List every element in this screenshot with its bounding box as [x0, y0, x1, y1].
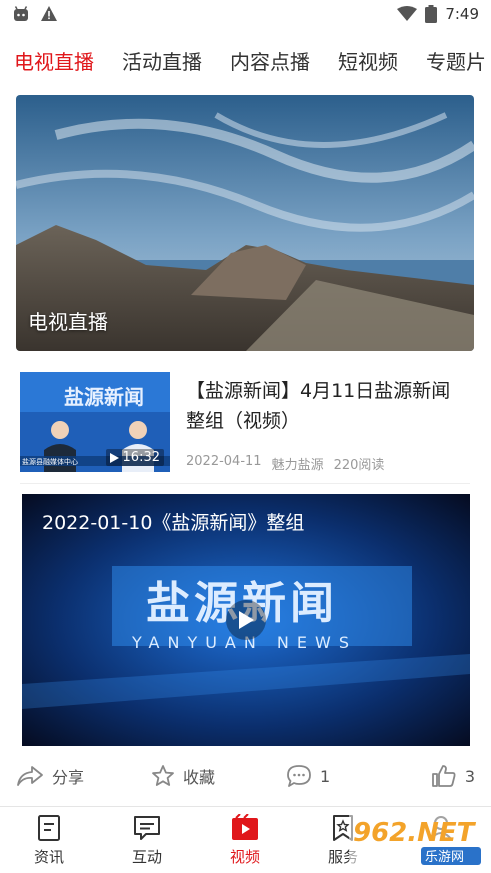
favorite-label: 收藏: [183, 768, 216, 787]
news-thumbnail: 盐源新闻 盐源县融媒体中心 16:32: [20, 372, 170, 472]
duration-text: 16:32: [122, 450, 160, 465]
watermark-brand: 962.NET: [353, 818, 477, 848]
clock: 7:49: [445, 5, 479, 23]
comment-count: 1: [320, 766, 331, 786]
comment-icon: [287, 765, 311, 787]
news-date: 2022-04-11: [186, 454, 262, 469]
document-icon: [38, 814, 60, 841]
play-icon: [239, 611, 254, 629]
notification-app-icon: [14, 6, 28, 21]
nav-interact-label: 互动: [131, 847, 162, 866]
watermark-sub: 乐游网: [425, 850, 464, 865]
tab-on-demand[interactable]: 内容点播: [216, 44, 324, 80]
tab-documentary[interactable]: 专题片: [412, 44, 491, 80]
tv-live-banner[interactable]: 电视直播: [16, 95, 474, 351]
share-icon: [17, 766, 43, 786]
video-player-card[interactable]: 盐源新闻 YANYUAN NEWS 2022-01-10《盐源新闻》整组: [22, 494, 470, 746]
chat-icon: [134, 815, 160, 840]
like-count: 3: [464, 766, 475, 786]
nav-interact[interactable]: 互动: [98, 807, 196, 873]
video-action-bar: 分享 收藏 1 3: [0, 754, 491, 798]
wifi-icon: [397, 6, 418, 21]
news-reads: 220阅读: [333, 458, 385, 473]
share-button[interactable]: 分享: [16, 764, 151, 788]
nav-video[interactable]: 视频: [196, 807, 294, 873]
news-meta: 2022-04-11 魅力盐源 220阅读: [186, 454, 384, 473]
favorite-button[interactable]: 收藏: [151, 764, 286, 788]
play-button[interactable]: [226, 600, 266, 640]
site-watermark-logo: 962.NET 乐游网: [349, 811, 485, 867]
tab-event-live[interactable]: 活动直播: [108, 44, 216, 80]
warning-icon: [41, 6, 57, 21]
tab-short-video[interactable]: 短视频: [324, 44, 412, 80]
video-title: 2022-01-10《盐源新闻》整组: [42, 512, 305, 534]
thumb-logo-text: 盐源新闻: [64, 385, 144, 409]
play-icon: [232, 813, 258, 840]
star-icon: [152, 765, 174, 786]
status-icons-left: [12, 5, 58, 23]
banner-label: 电视直播: [28, 310, 108, 334]
thumb-caption: 盐源县融媒体中心: [22, 457, 78, 466]
play-small-icon: [109, 452, 119, 463]
nav-video-label: 视频: [229, 847, 260, 866]
share-label: 分享: [52, 768, 85, 787]
news-source: 魅力盐源: [271, 458, 324, 473]
thumbs-up-icon: [431, 765, 456, 787]
comment-button[interactable]: 1: [286, 764, 431, 788]
nav-news-label: 资讯: [33, 847, 64, 866]
video-duration: 16:32: [105, 449, 164, 466]
tab-tv-live[interactable]: 电视直播: [0, 44, 108, 80]
status-bar: 7:49: [0, 0, 491, 28]
battery-icon: [425, 5, 438, 23]
category-tabs: 电视直播 活动直播 内容点播 短视频 专题片: [0, 40, 491, 84]
news-list-item[interactable]: 盐源新闻 盐源县融媒体中心 16:32 【盐源新闻】4月11日盐源新闻整组（视频…: [20, 372, 470, 484]
like-button[interactable]: 3: [431, 763, 475, 789]
news-title[interactable]: 【盐源新闻】4月11日盐源新闻整组（视频）: [186, 376, 468, 436]
nav-news[interactable]: 资讯: [0, 807, 98, 873]
status-icons-right: 7:49: [397, 5, 479, 23]
